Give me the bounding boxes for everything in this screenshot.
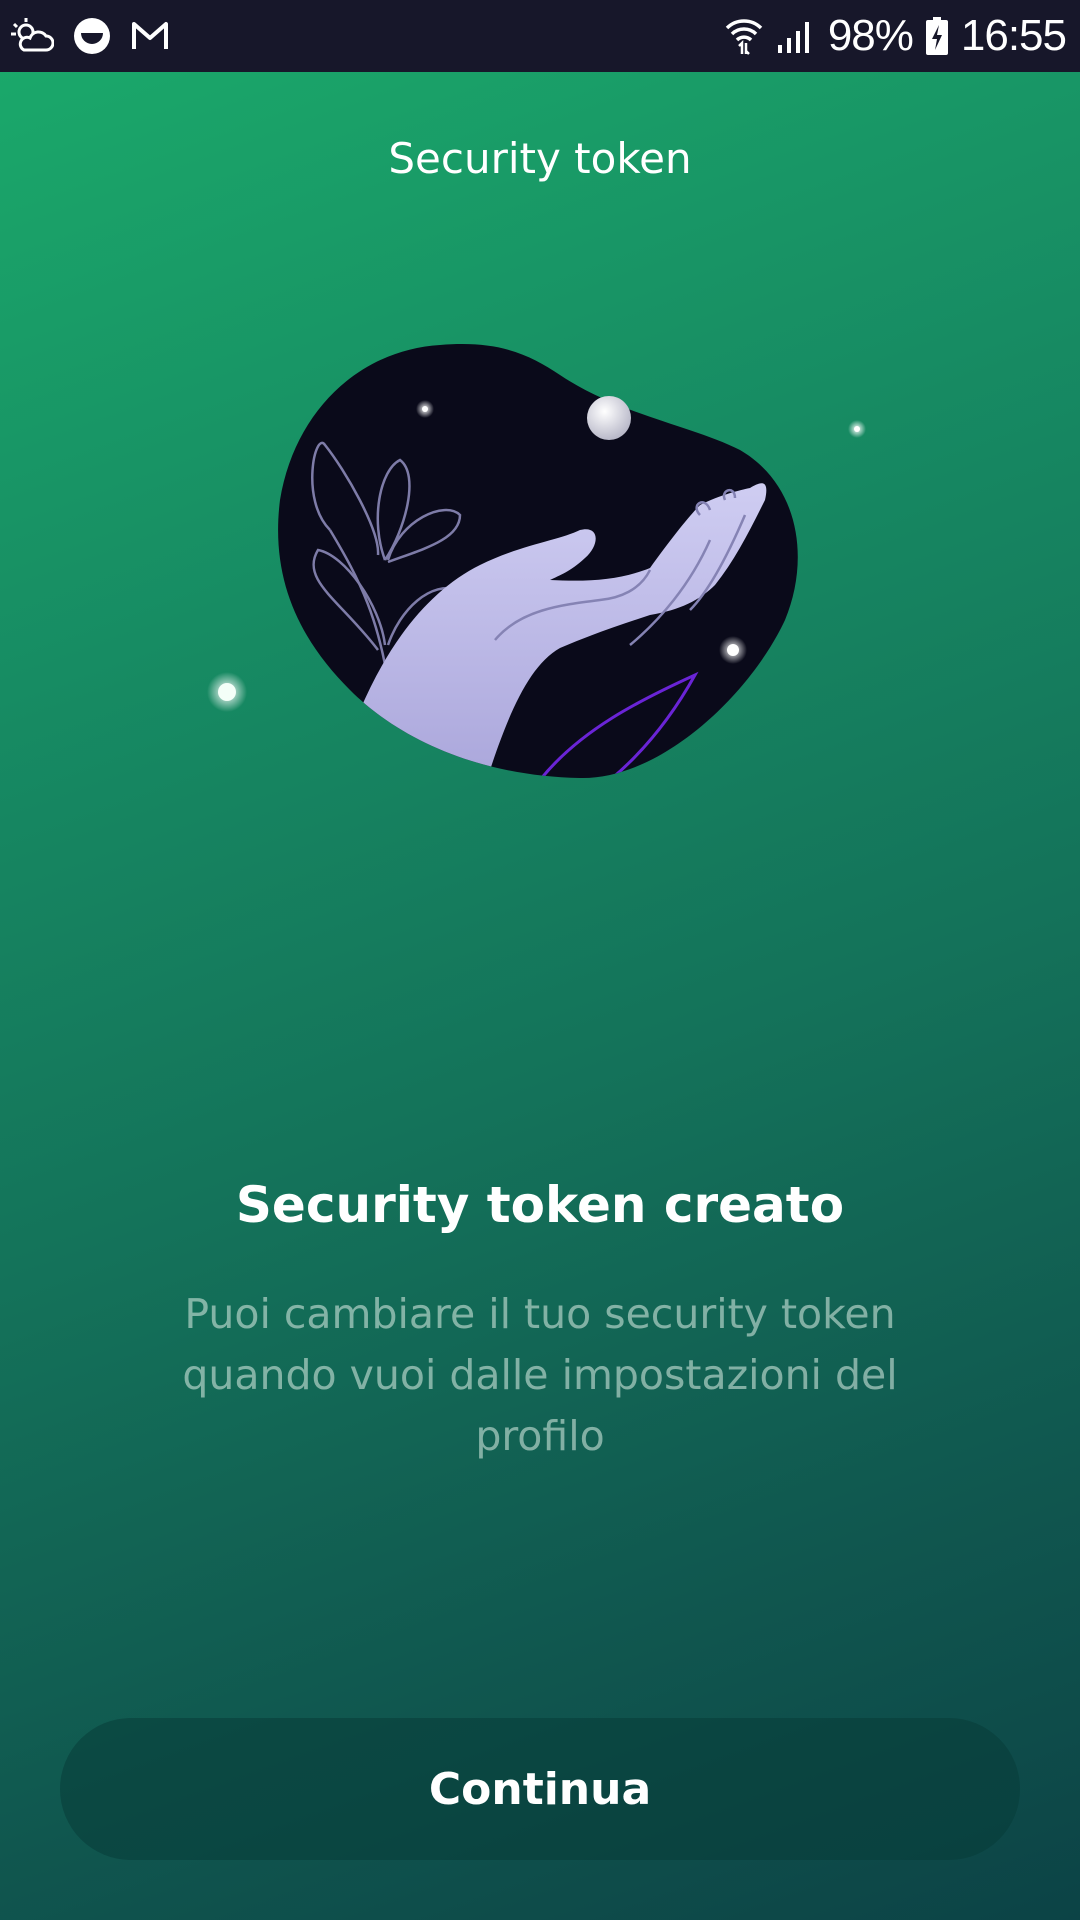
battery-percent: 98% (827, 11, 914, 60)
headline: Security token creato (235, 1176, 845, 1234)
status-right: 98% 16:55 (712, 11, 1067, 61)
continue-button[interactable]: Continua (60, 1718, 1020, 1860)
battery-charging-icon (925, 16, 949, 56)
smile-app-icon (72, 16, 112, 56)
status-left (10, 16, 188, 56)
page-title: Security token (388, 134, 692, 183)
hand-holding-orb-illustration (0, 300, 1080, 820)
status-bar: 98% 16:55 (0, 0, 1080, 72)
description-text: Puoi cambiare il tuo security token quan… (182, 1290, 898, 1460)
clock: 16:55 (960, 11, 1067, 60)
weather-cloud-sun-icon (10, 16, 54, 56)
wifi-icon (724, 16, 764, 56)
signal-icon (776, 17, 816, 55)
gmail-icon (130, 19, 170, 53)
